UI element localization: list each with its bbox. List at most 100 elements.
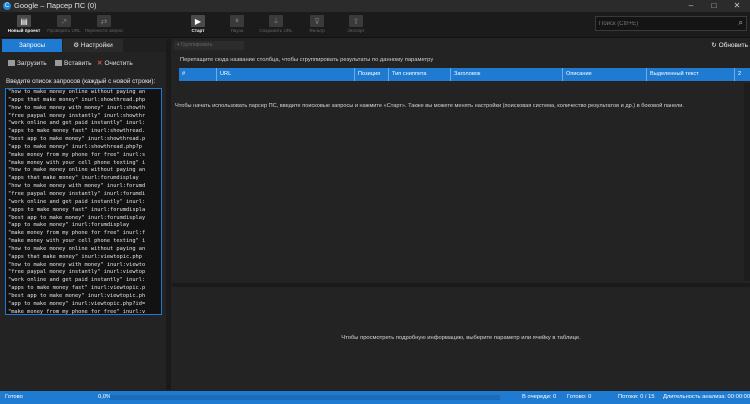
toolbar-button-label: Фильтр — [309, 28, 325, 33]
column-highlighted-text[interactable]: Выделенный текст — [646, 68, 734, 81]
left-tab-strip: Запросы ⚙ Настройки — [0, 39, 170, 52]
search-box[interactable]: ⌕ — [595, 16, 747, 31]
queue-count: В очереди: 0 — [522, 394, 557, 400]
query-line: "how to make money with money" inurl:for… — [8, 183, 146, 190]
query-line: "how to make money online without paying… — [8, 167, 146, 174]
query-line: "apps to make money fast" inurl:viewtopi… — [8, 285, 146, 292]
tab-settings-label: Настройки — [80, 42, 113, 49]
paste-button[interactable]: Вставить — [55, 58, 92, 70]
analysis-duration: Длительность анализа: 00:00:00 — [663, 394, 750, 400]
toolbar-button-6[interactable]: ⊽ Фильтр — [297, 15, 337, 37]
column-title[interactable]: Заголовок — [450, 68, 562, 81]
queries-textarea[interactable]: "how to make money online without paying… — [5, 88, 162, 315]
column-description[interactable]: Описание — [562, 68, 646, 81]
upload-button-label: Загрузить — [17, 60, 47, 67]
toolbar-button-0[interactable]: ▤ Новый проект — [4, 15, 44, 37]
new-project-icon: ▤ — [17, 15, 31, 27]
toolbar-button-7[interactable]: ⇪ Экспорт — [336, 15, 376, 37]
column-url[interactable]: URL — [216, 68, 354, 81]
group-drop-hint: Перетащите сюда название столбца, чтобы … — [180, 57, 434, 63]
clear-button[interactable]: ✕ Очистить — [97, 58, 133, 70]
query-line: "app to make money" inurl:forumdisplay — [8, 222, 130, 229]
maximize-button[interactable]: □ — [703, 0, 725, 12]
close-icon: ✕ — [97, 60, 103, 67]
threads-count: Потоки: 0 / 15 — [618, 394, 655, 400]
filter-icon: ⊽ — [310, 15, 324, 27]
query-line: "make money from my phone for free" inur… — [8, 230, 146, 237]
refresh-button-label: Обновить — [718, 42, 748, 49]
detail-splitter[interactable] — [172, 283, 750, 287]
title-bar: C Google – Парсер ПС (0) – □ ✕ — [0, 0, 750, 12]
toolbar-button-1[interactable]: ↗ Проверить URL — [44, 15, 84, 37]
progress-bar — [110, 395, 500, 400]
column-position[interactable]: Позиция — [354, 68, 388, 81]
export-icon: ⇪ — [349, 15, 363, 27]
query-line: "work online and get paid instantly" inu… — [8, 120, 146, 127]
upload-button[interactable]: Загрузить — [8, 58, 47, 70]
query-line: "make money from my phone for free" inur… — [8, 308, 146, 315]
query-line: "work online and get paid instantly" inu… — [8, 198, 146, 205]
query-line: "make money with your cell phone texting… — [8, 159, 146, 166]
query-line: "how to make money with money" inurl:sho… — [8, 104, 146, 111]
save-icon: ⤓ — [269, 15, 283, 27]
query-line: "apps to make money fast" inurl:forumdis… — [8, 206, 146, 213]
panel-splitter[interactable] — [166, 39, 171, 390]
results-toolbar: ▾ Группировать ↻ Обновить — [172, 39, 750, 52]
move-query-icon: ⇄ — [97, 15, 111, 27]
check-url-icon: ↗ — [57, 15, 71, 27]
column-more[interactable]: 2 — [734, 68, 750, 81]
toolbar-button-5[interactable]: ⤓ Сохранить URL — [256, 15, 296, 37]
close-window-button[interactable]: ✕ — [726, 0, 748, 12]
refresh-button[interactable]: ↻ Обновить — [711, 40, 748, 51]
queries-label: Введите список запросов (каждый с новой … — [6, 78, 156, 85]
app-logo-icon: C — [3, 2, 11, 10]
search-input[interactable] — [599, 19, 729, 29]
query-line: "work online and get paid instantly" inu… — [8, 277, 146, 284]
toolbar-button-label: Сохранить URL — [259, 28, 293, 33]
tab-queries[interactable]: Запросы — [2, 39, 62, 52]
query-line: "make money from my phone for free" inur… — [8, 151, 146, 158]
query-line: "free paypal money instantly" inurl:foru… — [8, 190, 146, 197]
toolbar-button-3[interactable]: ▶ Старт — [178, 15, 218, 37]
toolbar-button-label: Новый проект — [7, 28, 41, 33]
toolbar-button-2[interactable]: ⇄ Перенести запрос — [84, 15, 124, 37]
query-line: "best app to make money" inurl:showthrea… — [8, 136, 146, 143]
column-snippet-type[interactable]: Тип сниппета — [388, 68, 450, 81]
pause-icon: ⏸ — [230, 15, 244, 27]
done-count: Готово: 0 — [567, 394, 592, 400]
query-line: "free paypal money instantly" inurl:view… — [8, 269, 146, 276]
search-icon[interactable]: ⌕ — [739, 18, 743, 28]
play-icon: ▶ — [191, 15, 205, 27]
upload-icon — [8, 60, 15, 67]
query-line: "how to make money online without paying… — [8, 89, 146, 95]
query-line: "app to make money" inurl:showthread.php… — [8, 143, 142, 150]
clear-button-label: Очистить — [104, 60, 133, 67]
results-scrollbar[interactable] — [744, 83, 750, 281]
query-line: "best app to make money" inurl:viewtopic… — [8, 292, 146, 299]
toolbar-button-4[interactable]: ⏸ Пауза — [217, 15, 257, 37]
tab-settings[interactable]: ⚙ Настройки — [63, 39, 123, 52]
toolbar-button-label: Старт — [191, 28, 205, 33]
query-actions: Загрузить Вставить ✕ Очистить — [0, 56, 170, 74]
query-line: "app to make money" inurl:viewtopic.php?… — [8, 300, 146, 307]
query-line: "make money with your cell phone texting… — [8, 238, 146, 245]
query-line: "how to make money with money" inurl:vie… — [8, 261, 146, 268]
group-button-label: Группировать — [180, 42, 213, 48]
query-line: "apps that make money" inurl:showthread.… — [8, 96, 146, 103]
empty-state-hint: Чтобы начать использовать парсер ПС, вве… — [175, 103, 684, 109]
query-line: "free paypal money instantly" inurl:show… — [8, 112, 146, 119]
minimize-button[interactable]: – — [680, 0, 702, 12]
toolbar-button-label: Перенести запрос — [84, 28, 124, 33]
query-line: "apps to make money fast" inurl:showthre… — [8, 128, 146, 135]
status-bar: Готово 0,0% В очереди: 0 Готово: 0 Поток… — [0, 391, 750, 404]
refresh-icon: ↻ — [711, 42, 719, 49]
window-title: Google – Парсер ПС (0) — [14, 1, 97, 10]
query-line: "best app to make money" inurl:forumdisp… — [8, 214, 146, 221]
column-index[interactable]: # — [179, 68, 216, 81]
group-button[interactable]: ▾ Группировать — [174, 41, 244, 50]
detail-hint: Чтобы просмотреть подробную информацию, … — [341, 335, 581, 341]
gear-icon: ⚙ — [73, 42, 81, 49]
results-table-header: # URL Позиция Тип сниппета Заголовок Опи… — [179, 68, 750, 81]
toolbar-button-label: Пауза — [230, 28, 244, 33]
toolbar-button-label: Экспорт — [347, 28, 365, 33]
